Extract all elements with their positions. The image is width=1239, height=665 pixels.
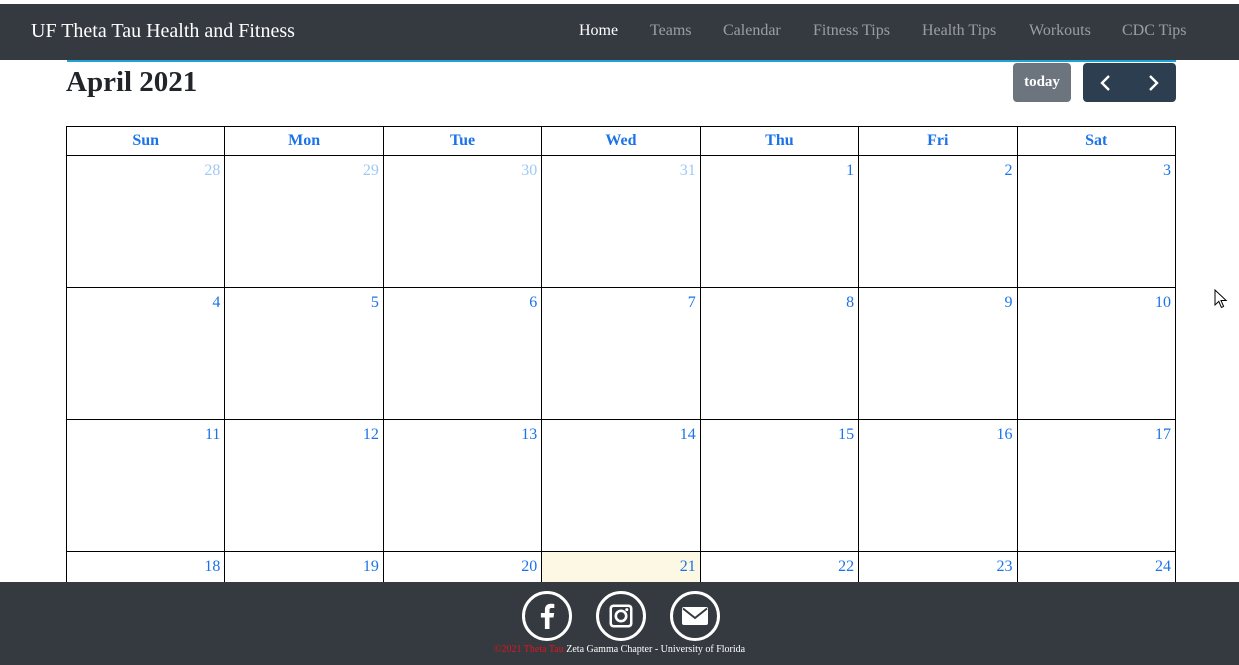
nav-workouts[interactable]: Workouts [1029, 22, 1091, 40]
calendar-day-cell[interactable]: 31 [541, 155, 701, 288]
nav-home[interactable]: Home [579, 22, 618, 40]
calendar-day-cell[interactable]: 2 [858, 155, 1018, 288]
nav-health-tips[interactable]: Health Tips [922, 22, 996, 40]
facebook-icon [522, 591, 572, 641]
calendar-day-cell[interactable]: 5 [224, 287, 384, 420]
calendar-day-cell[interactable]: 16 [858, 419, 1018, 552]
calendar-day-cell[interactable]: 17 [1016, 419, 1177, 552]
calendar-day-cell[interactable]: 11 [65, 419, 226, 552]
navbar: UF Theta Tau Health and Fitness Home Tea… [0, 4, 1239, 60]
copyright-org: ©2021 Theta Tau [493, 644, 564, 655]
email-icon [670, 591, 720, 641]
calendar-day-cell[interactable]: 14 [541, 419, 701, 552]
email-link[interactable] [669, 590, 721, 642]
footer: ©2021 Theta Tau Zeta Gamma Chapter - Uni… [0, 582, 1239, 665]
calendar-day-cell[interactable]: 3 [1016, 155, 1177, 288]
calendar-day-cell[interactable]: 10 [1016, 287, 1177, 420]
instagram-icon [596, 591, 646, 641]
nav-fitness-tips[interactable]: Fitness Tips [813, 22, 890, 40]
prev-month-button[interactable] [1083, 63, 1129, 102]
calendar-day-cell[interactable]: 4 [65, 287, 226, 420]
calendar-day-cell[interactable]: 30 [382, 155, 543, 288]
brand-title[interactable]: UF Theta Tau Health and Fitness [31, 20, 295, 43]
mouse-cursor-icon [1214, 289, 1228, 309]
calendar-day-cell[interactable]: 6 [382, 287, 543, 420]
calendar-day-cell[interactable]: 12 [224, 419, 384, 552]
weekday-sat: Sat [1016, 126, 1177, 156]
nav-calendar[interactable]: Calendar [723, 22, 781, 40]
month-nav-group [1083, 63, 1176, 102]
calendar-day-cell[interactable]: 15 [699, 419, 860, 552]
weekday-wed: Wed [541, 126, 701, 156]
calendar-day-cell[interactable]: 13 [382, 419, 543, 552]
weekday-mon: Mon [224, 126, 384, 156]
calendar-day-cell[interactable]: 9 [858, 287, 1018, 420]
facebook-link[interactable] [521, 590, 573, 642]
calendar-week-row: 28 29 30 31 1 2 3 [65, 155, 1177, 288]
calendar-day-cell[interactable]: 28 [65, 155, 226, 288]
chevron-left-icon [1100, 74, 1110, 91]
calendar-day-cell[interactable]: 29 [224, 155, 384, 288]
calendar-day-cell[interactable]: 1 [699, 155, 860, 288]
calendar-title: April 2021 [66, 66, 198, 98]
instagram-link[interactable] [595, 590, 647, 642]
copyright-chapter: Zeta Gamma Chapter - University of Flori… [563, 644, 746, 655]
calendar-week-row: 4 5 6 7 8 9 10 [65, 287, 1177, 420]
weekday-sun: Sun [65, 126, 226, 156]
calendar-day-cell[interactable]: 7 [541, 287, 701, 420]
calendar-week-row: 11 12 13 14 15 16 17 [65, 419, 1177, 552]
weekday-tue: Tue [382, 126, 543, 156]
weekday-fri: Fri [858, 126, 1018, 156]
header-accent-line [67, 60, 1176, 62]
nav-cdc-tips[interactable]: CDC Tips [1122, 22, 1187, 40]
next-month-button[interactable] [1130, 63, 1176, 102]
weekday-header-row: Sun Mon Tue Wed Thu Fri Sat [65, 126, 1177, 156]
nav-teams[interactable]: Teams [650, 22, 692, 40]
weekday-thu: Thu [699, 126, 860, 156]
today-button[interactable]: today [1013, 63, 1071, 102]
copyright-text: ©2021 Theta Tau Zeta Gamma Chapter - Uni… [0, 644, 1239, 655]
chevron-right-icon [1149, 74, 1159, 91]
calendar-day-cell[interactable]: 8 [699, 287, 860, 420]
